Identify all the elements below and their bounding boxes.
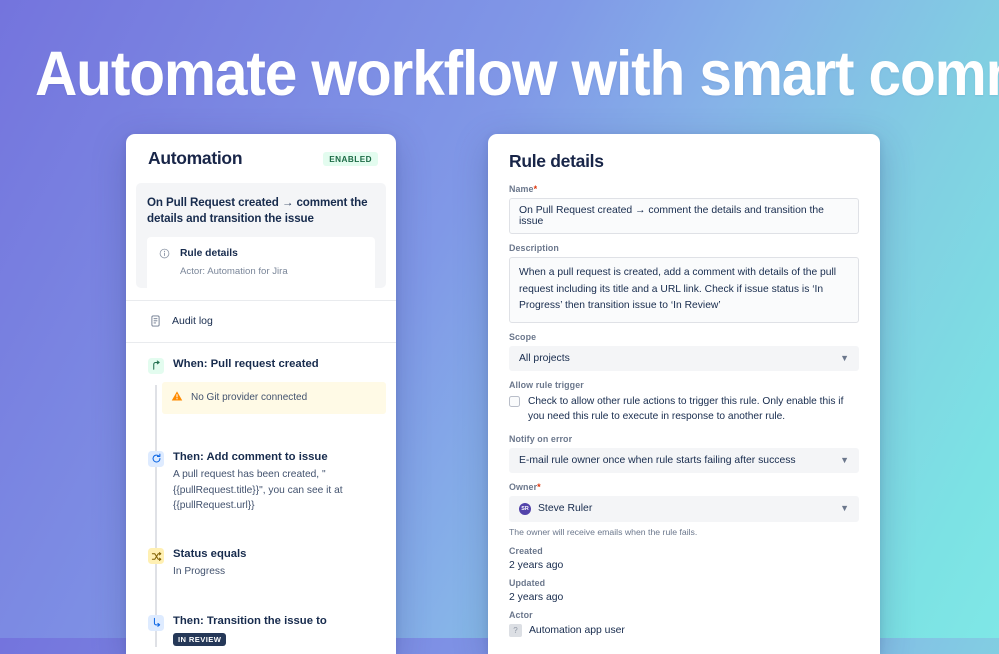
description-label: Description: [509, 243, 559, 253]
name-input[interactable]: On Pull Request created → comment the de…: [509, 198, 859, 234]
rule-actor-text: Actor: Automation for Jira: [180, 265, 288, 277]
owner-select[interactable]: SR Steve Ruler ▼: [509, 495, 859, 522]
owner-value: Steve Ruler: [538, 503, 593, 515]
rule-details-row[interactable]: Rule details Actor: Automation for Jira: [147, 236, 375, 288]
automation-panel-header: Automation ENABLED: [126, 134, 396, 181]
allow-rule-trigger-checkbox[interactable]: [509, 396, 520, 408]
created-label: Created: [509, 545, 543, 556]
updated-value: 2 years ago: [509, 591, 564, 603]
updated-label: Updated: [509, 577, 546, 588]
actor-value: Automation app user: [529, 624, 625, 636]
field-name: Name* On Pull Request created → comment …: [509, 184, 859, 234]
allow-rule-trigger-label: Allow rule trigger: [509, 380, 584, 391]
required-asterisk: *: [537, 481, 541, 492]
field-notify-on-error: Notify on error E-mail rule owner once w…: [509, 434, 859, 473]
created-value: 2 years ago: [509, 559, 564, 571]
rule-node-subtitle: A pull request has been created, " {{pul…: [173, 469, 343, 511]
trigger-branch-icon: [148, 357, 164, 374]
chevron-down-icon: ▼: [840, 353, 849, 364]
rule-summary-title: On Pull Request created → comment the de…: [147, 196, 368, 225]
status-badge-in-review: IN REVIEW: [173, 632, 227, 646]
notify-on-error-value: E-mail rule owner once when rule starts …: [519, 454, 796, 466]
rule-node-condition-status[interactable]: Status equals In Progress: [148, 547, 386, 580]
status-badge-enabled: ENABLED: [323, 151, 378, 166]
rule-node-transition[interactable]: Then: Transition the issue to IN REVIEW: [148, 614, 386, 648]
rule-node-title: When: Pull request created: [173, 357, 319, 370]
chevron-down-icon: ▼: [840, 454, 849, 465]
rule-node-title: Then: Add comment to issue: [173, 450, 328, 463]
rule-node-title: Status equals: [173, 548, 247, 561]
avatar: ?: [509, 623, 522, 637]
warning-text: No Git provider connected: [191, 392, 308, 404]
condition-compare-icon: [148, 548, 164, 565]
transition-arrow-icon: [148, 614, 164, 631]
rule-node-subtitle: In Progress: [173, 566, 226, 578]
field-updated: Updated 2 years ago: [509, 578, 859, 603]
scope-value: All projects: [519, 353, 570, 365]
rule-summary-card[interactable]: On Pull Request created → comment the de…: [136, 183, 386, 288]
notify-on-error-label: Notify on error: [509, 433, 573, 444]
field-owner: Owner* SR Steve Ruler ▼ The owner will r…: [509, 482, 859, 537]
field-created: Created 2 years ago: [509, 546, 859, 571]
audit-log-row[interactable]: Audit log: [126, 301, 396, 342]
audit-log-icon: [148, 314, 163, 329]
rule-node-title: Then: Transition the issue to: [173, 614, 327, 627]
allow-rule-trigger-text: Check to allow other rule actions to tri…: [528, 396, 844, 423]
field-allow-rule-trigger: Allow rule trigger Check to allow other …: [509, 380, 859, 425]
rule-details-title: Rule details: [509, 151, 604, 171]
field-description: Description When a pull request is creat…: [509, 243, 859, 324]
actor-label: Actor: [509, 609, 533, 620]
page-headline: Automate workflow with smart commits: [34, 39, 999, 109]
rule-details-label: Rule details: [180, 247, 238, 259]
action-refresh-icon: [148, 450, 164, 467]
chevron-down-icon: ▼: [840, 503, 849, 514]
warning-triangle-icon: [171, 389, 183, 407]
rule-flow-tree: When: Pull request created No Git provid…: [126, 343, 396, 648]
field-scope: Scope All projects ▼: [509, 332, 859, 372]
field-actor: Actor ? Automation app user: [509, 610, 859, 637]
rule-node-trigger[interactable]: When: Pull request created: [148, 357, 386, 374]
tree-connector-line: [155, 384, 157, 648]
owner-label: Owner*: [509, 481, 541, 492]
name-label: Name*: [509, 184, 538, 194]
rule-node-action-comment[interactable]: Then: Add comment to issue A pull reques…: [148, 450, 386, 513]
notify-on-error-select[interactable]: E-mail rule owner once when rule starts …: [509, 447, 859, 473]
info-circle-icon: [157, 246, 172, 261]
rule-details-panel: Rule details Name* On Pull Request creat…: [488, 134, 880, 654]
git-provider-warning: No Git provider connected: [162, 381, 386, 414]
scope-label: Scope: [509, 332, 537, 343]
owner-helper-text: The owner will receive emails when the r…: [509, 526, 698, 537]
required-asterisk: *: [533, 184, 538, 194]
avatar: SR: [519, 502, 531, 515]
audit-log-label: Audit log: [172, 315, 213, 328]
automation-title: Automation: [148, 148, 243, 168]
automation-panel: Automation ENABLED On Pull Request creat…: [126, 134, 396, 654]
description-textarea[interactable]: When a pull request is created, add a co…: [509, 257, 859, 324]
scope-select[interactable]: All projects ▼: [509, 346, 859, 372]
